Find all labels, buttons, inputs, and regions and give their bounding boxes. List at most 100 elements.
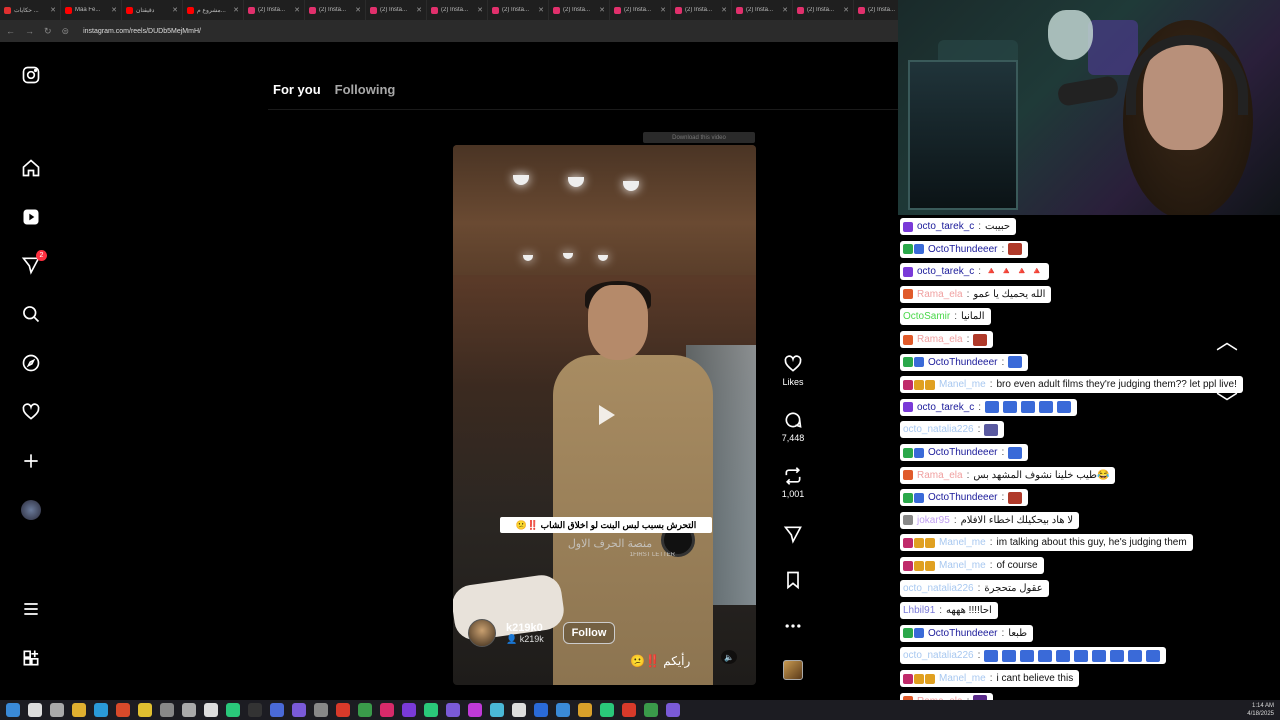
browser-tab[interactable]: (2) Insta... ✕ <box>732 0 793 20</box>
more-menu-icon[interactable] <box>20 598 42 620</box>
chat-username[interactable]: octo_natalia226 <box>903 424 974 435</box>
taskbar-app-icon[interactable] <box>182 703 196 717</box>
play-icon[interactable] <box>590 400 620 430</box>
taskbar-app-icon[interactable] <box>226 703 240 717</box>
browser-tab[interactable]: دقيقتان ✕ <box>122 0 183 20</box>
taskbar-app-icon[interactable] <box>138 703 152 717</box>
browser-tab[interactable]: (2) Insta... ✕ <box>305 0 366 20</box>
taskbar-app-icon[interactable] <box>28 703 42 717</box>
taskbar-app-icon[interactable] <box>424 703 438 717</box>
chat-username[interactable]: Manel_me <box>939 560 986 571</box>
tab-close-icon[interactable]: ✕ <box>111 6 117 14</box>
tab-close-icon[interactable]: ✕ <box>233 6 239 14</box>
taskbar-app-icon[interactable] <box>666 703 680 717</box>
tab-close-icon[interactable]: ✕ <box>843 6 849 14</box>
explore-icon[interactable] <box>20 352 42 374</box>
save-button[interactable] <box>772 570 814 593</box>
chat-username[interactable]: octo_tarek_c <box>917 221 974 232</box>
tab-close-icon[interactable]: ✕ <box>294 6 300 14</box>
browser-tab[interactable]: (2) Insta... ✕ <box>793 0 854 20</box>
taskbar-app-icon[interactable] <box>358 703 372 717</box>
taskbar-app-icon[interactable] <box>446 703 460 717</box>
search-icon[interactable] <box>20 303 42 325</box>
comment-button[interactable]: 7,448 <box>772 410 814 443</box>
browser-tab[interactable]: (2) Insta... ✕ <box>671 0 732 20</box>
taskbar-app-icon[interactable] <box>248 703 262 717</box>
chat-username[interactable]: OctoThundeeer <box>928 492 998 503</box>
chat-username[interactable]: OctoThundeeer <box>928 357 998 368</box>
taskbar-app-icon[interactable] <box>336 703 350 717</box>
chat-username[interactable]: Manel_me <box>939 379 986 390</box>
taskbar-app-icon[interactable] <box>50 703 64 717</box>
chat-username[interactable]: Rama_ela <box>917 289 963 300</box>
apps-icon[interactable] <box>20 647 42 669</box>
browser-tab[interactable]: (2) Insta... ✕ <box>427 0 488 20</box>
tab-close-icon[interactable]: ✕ <box>477 6 483 14</box>
chat-username[interactable]: Lhbil91 <box>903 605 935 616</box>
chat-username[interactable]: octo_natalia226 <box>903 583 974 594</box>
taskbar-app-icon[interactable] <box>270 703 284 717</box>
download-video-bar[interactable]: Download this video <box>643 132 755 143</box>
site-info-icon[interactable]: ⊜ <box>62 26 70 37</box>
tab-close-icon[interactable]: ✕ <box>721 6 727 14</box>
tab-for-you[interactable]: For you <box>273 82 321 97</box>
taskbar-app-icon[interactable] <box>292 703 306 717</box>
chat-username[interactable]: OctoThundeeer <box>928 447 998 458</box>
browser-tab[interactable]: حكايات ... ✕ <box>0 0 61 20</box>
taskbar-app-icon[interactable] <box>160 703 174 717</box>
forward-icon[interactable]: → <box>25 26 34 36</box>
tab-following[interactable]: Following <box>335 82 396 97</box>
taskbar-app-icon[interactable] <box>314 703 328 717</box>
browser-tab[interactable]: (2) Insta... ✕ <box>366 0 427 20</box>
reel-audio-thumbnail[interactable] <box>783 660 803 680</box>
browser-tab[interactable]: Maa Fe... ✕ <box>61 0 122 20</box>
mute-icon[interactable]: 🔈 <box>721 650 737 664</box>
taskbar-app-icon[interactable] <box>468 703 482 717</box>
like-button[interactable]: Likes <box>772 354 814 387</box>
taskbar-app-icon[interactable] <box>644 703 658 717</box>
create-plus-icon[interactable] <box>20 450 42 472</box>
chat-username[interactable]: OctoSamir <box>903 311 950 322</box>
tab-close-icon[interactable]: ✕ <box>599 6 605 14</box>
taskbar-app-icon[interactable] <box>534 703 548 717</box>
chat-username[interactable]: octo_tarek_c <box>917 266 974 277</box>
chat-username[interactable]: Manel_me <box>939 537 986 548</box>
browser-tab[interactable]: مشروع م... ✕ <box>183 0 244 20</box>
chat-username[interactable]: octo_tarek_c <box>917 402 974 413</box>
tab-close-icon[interactable]: ✕ <box>416 6 422 14</box>
follow-button[interactable]: Follow <box>563 622 615 644</box>
url-input[interactable]: instagram.com/reels/DUDb5MejMmH/ <box>83 28 201 35</box>
taskbar-app-icon[interactable] <box>490 703 504 717</box>
taskbar-app-icon[interactable] <box>116 703 130 717</box>
browser-tab[interactable]: (2) Insta... ✕ <box>549 0 610 20</box>
browser-tab[interactable]: (2) Insta... ✕ <box>488 0 549 20</box>
reload-icon[interactable]: ↻ <box>44 26 52 37</box>
author-avatar[interactable] <box>468 619 496 647</box>
taskbar-app-icon[interactable] <box>402 703 416 717</box>
author-username[interactable]: k219k0 <box>506 622 544 634</box>
back-icon[interactable]: ← <box>6 26 15 36</box>
tab-close-icon[interactable]: ✕ <box>50 6 56 14</box>
taskbar-app-icon[interactable] <box>512 703 526 717</box>
taskbar-app-icon[interactable] <box>380 703 394 717</box>
profile-avatar[interactable] <box>20 499 42 521</box>
tab-close-icon[interactable]: ✕ <box>172 6 178 14</box>
messages-icon[interactable]: 2 <box>20 250 47 276</box>
instagram-logo-icon[interactable] <box>20 64 42 86</box>
tab-close-icon[interactable]: ✕ <box>538 6 544 14</box>
chat-username[interactable]: octo_natalia226 <box>903 650 974 661</box>
taskbar-app-icon[interactable] <box>556 703 570 717</box>
taskbar-app-icon[interactable] <box>204 703 218 717</box>
taskbar-app-icon[interactable] <box>622 703 636 717</box>
chat-username[interactable]: Rama_ela <box>917 334 963 345</box>
share-button[interactable] <box>772 524 814 547</box>
chat-username[interactable]: jokar95 <box>917 515 950 526</box>
more-options-button[interactable] <box>772 616 814 639</box>
taskbar-app-icon[interactable] <box>578 703 592 717</box>
chat-username[interactable]: OctoThundeeer <box>928 244 998 255</box>
chat-username[interactable]: OctoThundeeer <box>928 628 998 639</box>
chat-username[interactable]: Rama_ela <box>917 470 963 481</box>
browser-tab[interactable]: (2) Insta... ✕ <box>244 0 305 20</box>
chevron-up-icon[interactable]: ︿ <box>1212 325 1242 355</box>
taskbar-app-icon[interactable] <box>72 703 86 717</box>
